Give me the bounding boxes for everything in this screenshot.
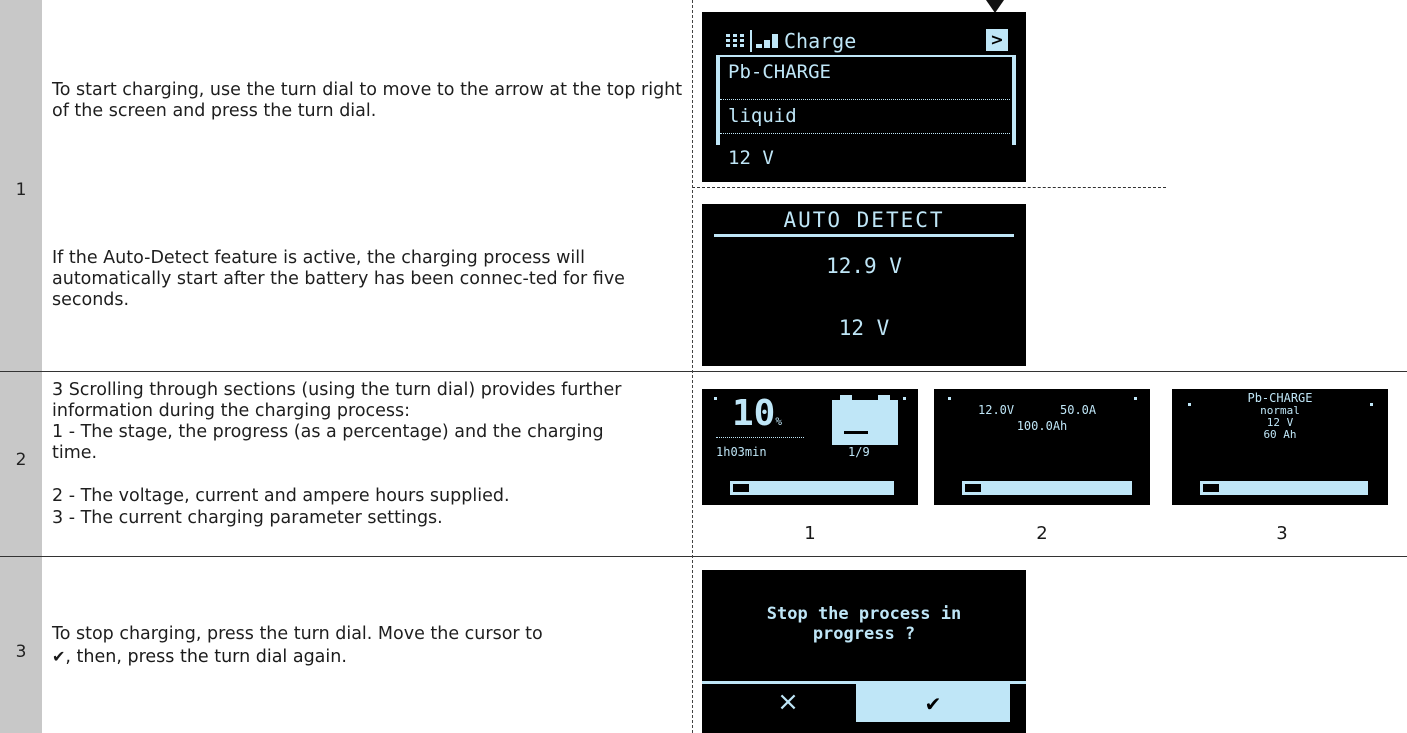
stage-indicator: 1/9 [848, 445, 870, 459]
step-2-item-1: 1 - The stage, the progress (as a percen… [52, 422, 604, 463]
menu-grid-icon [726, 34, 744, 47]
parameters-screen: Pb-CHARGE normal 12 V 60 Ah [1172, 389, 1388, 505]
corner-dot [903, 397, 906, 400]
screen-caption-3: 3 [1276, 523, 1288, 544]
step-3-instruction-b: , then, press the turn dial again. [65, 647, 347, 667]
menu-item-type[interactable]: liquid [728, 105, 797, 127]
screen-caption-1: 1 [804, 523, 816, 544]
menu-row-divider [720, 133, 1010, 134]
progress-bar [962, 481, 1132, 495]
param-mode: Pb-CHARGE [1247, 391, 1313, 405]
progress-bar [1200, 481, 1368, 495]
current-value: 50.0A [1060, 403, 1097, 417]
progress-fill [733, 484, 749, 492]
check-icon: ✔ [924, 692, 942, 716]
percent-unit: % [775, 415, 782, 428]
confirm-button[interactable]: ✔ [856, 684, 1010, 722]
cancel-button[interactable]: × [720, 684, 856, 718]
step-2-item-2: 2 - The voltage, current and ampere hour… [52, 486, 510, 506]
progress-fill [1203, 484, 1219, 492]
step-2-item-3: 3 - The current charging parameter setti… [52, 508, 443, 528]
charge-menu-screen: Charge > Pb-CHARGE liquid 12 V [702, 12, 1026, 182]
corner-dot [1134, 397, 1137, 400]
confirm-line-1: Stop the process in [766, 604, 962, 624]
screen-divider [692, 187, 1166, 188]
detected-voltage: 12.9 V [826, 254, 902, 278]
charge-time: 1h03min [716, 445, 767, 459]
menu-row-divider [720, 99, 1010, 100]
row-divider [0, 371, 1407, 372]
param-capacity: 60 Ah [1263, 428, 1297, 441]
step-3-line-2: ✔, then, press the turn dial again. [52, 646, 347, 668]
step-number-1: 1 [15, 180, 27, 200]
progress-screen: 10% 1h03min 1/9 [702, 389, 918, 505]
step-1-instruction: To start charging, use the turn dial to … [52, 80, 683, 121]
menu-item-mode[interactable]: Pb-CHARGE [728, 61, 831, 83]
nominal-voltage: 12 V [838, 316, 890, 340]
progress-bar [730, 481, 894, 495]
progress-fill [965, 484, 981, 492]
stop-confirm-screen: Stop the process in progress ? × ✔ [702, 570, 1026, 733]
step-number-3: 3 [15, 642, 27, 662]
step-3-instruction-a: To stop charging, press the turn dial. M… [52, 624, 543, 644]
step-1-auto-detect-note: If the Auto-Detect feature is active, th… [52, 248, 625, 310]
column-separator [692, 0, 693, 733]
menu-title: Charge [784, 29, 857, 53]
checkmark-icon: ✔ [52, 647, 66, 666]
header-separator [750, 30, 752, 52]
right-arrow-icon: > [990, 30, 1004, 49]
amp-hours-value: 100.0Ah [1016, 419, 1068, 433]
signal-bars-icon [756, 34, 778, 48]
values-screen: 12.0V 50.0A 100.0Ah [934, 389, 1150, 505]
row-divider [0, 556, 1407, 557]
next-arrow-button[interactable]: > [986, 29, 1008, 51]
step-2-intro: 3 Scrolling through sections (using the … [52, 380, 622, 421]
confirm-line-2: progress ? [812, 624, 916, 644]
title-underline [714, 234, 1014, 237]
auto-detect-screen: AUTO DETECT 12.9 V 12 V [702, 204, 1026, 366]
corner-dot [714, 397, 717, 400]
corner-dot [948, 397, 951, 400]
screen-caption-2: 2 [1036, 523, 1048, 544]
percent-readout: 10% [732, 394, 782, 434]
voltage-value: 12.0V [978, 403, 1015, 417]
auto-detect-title: AUTO DETECT [783, 208, 945, 232]
step-number-2: 2 [15, 450, 27, 470]
menu-item-voltage[interactable]: 12 V [728, 147, 774, 169]
percent-value: 10 [732, 393, 776, 434]
readout-underline [716, 437, 804, 438]
close-icon: × [777, 687, 799, 717]
battery-icon [832, 395, 898, 445]
